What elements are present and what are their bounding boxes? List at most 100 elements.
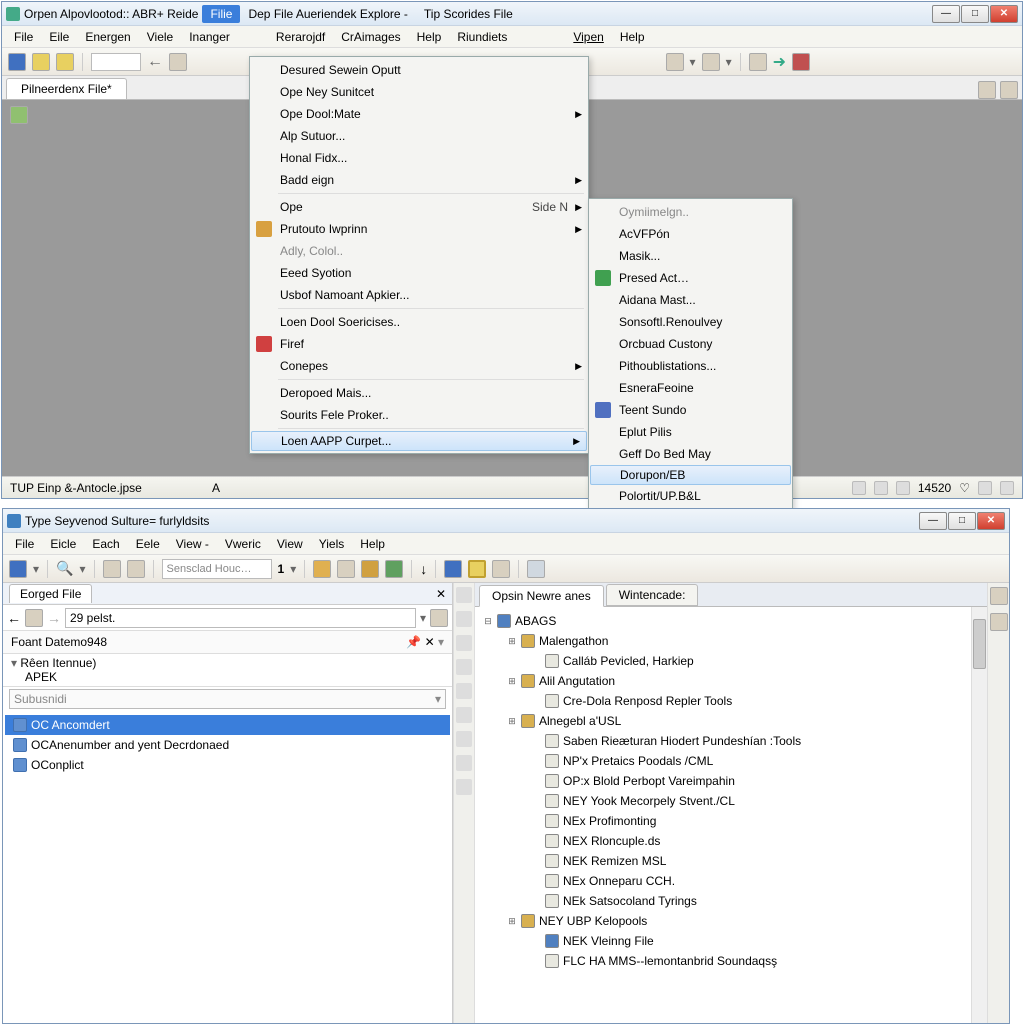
vs-icon-c[interactable] — [456, 635, 472, 651]
menu-inanger[interactable]: Inanger — [181, 28, 238, 46]
rp-tab-1[interactable]: Wintencade: — [606, 584, 699, 606]
rp-tree-item[interactable]: ⊞Alnegebl a'USL — [477, 711, 985, 731]
rp-tree-item[interactable]: NEk Satsocoland Tyrings — [477, 891, 985, 911]
rp-tree-item[interactable]: ⊟ABAGS — [477, 611, 985, 631]
submenu-item[interactable]: AcVFPón — [589, 223, 792, 245]
canvas-icon[interactable] — [10, 106, 28, 124]
x-icon[interactable]: ✕ — [425, 635, 435, 649]
rp-tree-item[interactable]: NEx Onneparu CCH. — [477, 871, 985, 891]
m2-3[interactable]: Eele — [128, 535, 168, 553]
submenu-item[interactable]: Aidana Mast... — [589, 289, 792, 311]
menu-help[interactable]: Help — [409, 28, 450, 46]
tool2-b[interactable] — [127, 560, 145, 578]
menu-energen[interactable]: Energen — [77, 28, 138, 46]
rp-tree-item[interactable]: Cre-Dola Renposd Repler Tools — [477, 691, 985, 711]
panel-close-icon[interactable]: ✕ — [436, 587, 446, 601]
titlebar[interactable]: Orpen Alpovlootod:: ABR+ Reide Filie Dep… — [2, 2, 1022, 26]
rp-tree-item[interactable]: Calláb Pevicled, Harkiep — [477, 651, 985, 671]
submenu-item[interactable]: Polortit/UP.B&L — [589, 485, 792, 507]
menu-item[interactable]: OpeSide N▶ — [250, 196, 588, 218]
nav-icon[interactable] — [25, 609, 43, 627]
menu-item[interactable]: Loen Dool Soericises.. — [250, 311, 588, 333]
menu-item[interactable]: Conepes▶ — [250, 355, 588, 377]
down-icon[interactable]: ↓ — [420, 561, 427, 577]
maximize-button[interactable]: □ — [961, 5, 989, 23]
rp-tree-item[interactable]: NEK Vleinng File — [477, 931, 985, 951]
menu-rerarojdf[interactable]: Rerarojdf — [268, 28, 333, 46]
rp-tree-item[interactable]: NP'x Pretaics Poodals /CML — [477, 751, 985, 771]
menu-vipen[interactable]: Vipen — [565, 28, 611, 46]
scroll-thumb[interactable] — [973, 619, 986, 669]
tree-item[interactable]: OConplict — [5, 755, 450, 775]
close-button[interactable]: ✕ — [990, 5, 1018, 23]
rp-tree-item[interactable]: NEX Rloncuple.ds — [477, 831, 985, 851]
back-icon[interactable]: ← — [147, 53, 163, 71]
sb-icon-d[interactable] — [978, 481, 992, 495]
globe3-icon[interactable] — [444, 560, 462, 578]
menu-item[interactable]: Ope Ney Sunitcet — [250, 81, 588, 103]
minimize-button[interactable]: — — [932, 5, 960, 23]
submenu-item[interactable]: Sonsoftl.Renoulvey — [589, 311, 792, 333]
doc-tab[interactable]: Pilneerdenx File* — [6, 78, 127, 99]
submenu-item[interactable]: Dorupon/EB — [590, 465, 791, 485]
rp-tree-item[interactable]: Saben Rieæturan Hiodert Pundeshían :Tool… — [477, 731, 985, 751]
vs-icon-f[interactable] — [456, 707, 472, 723]
vs-icon-i[interactable] — [456, 779, 472, 795]
rp-tree-item[interactable]: FLC HA MMS--lemontanbrid Soundaqsş — [477, 951, 985, 971]
submenu-item[interactable]: Oymiimelgn.. — [589, 201, 792, 223]
vs-icon-e[interactable] — [456, 683, 472, 699]
audio-icon[interactable] — [169, 53, 187, 71]
rp-tree-item[interactable]: NEY Yook Mecorpely Stvent./CL — [477, 791, 985, 811]
tool-icon-a[interactable] — [666, 53, 684, 71]
globe2-icon[interactable] — [9, 560, 27, 578]
submenu-item[interactable]: Presed Act… — [589, 267, 792, 289]
red-icon[interactable] — [792, 53, 810, 71]
filter-input[interactable]: Subusnidi▾ — [9, 689, 446, 709]
sb-icon-b[interactable] — [874, 481, 888, 495]
menu-item[interactable]: Deropoed Mais... — [250, 382, 588, 404]
menu-item[interactable]: Eeed Syotion — [250, 262, 588, 284]
rp-tree-item[interactable]: NEK Remizen MSL — [477, 851, 985, 871]
menu-item[interactable]: Prutouto Iwprinn▶ — [250, 218, 588, 240]
minimize-button2[interactable]: — — [919, 512, 947, 530]
tool2-g[interactable] — [468, 560, 486, 578]
title-tab-file[interactable]: Filie — [202, 5, 240, 23]
title-tab-dep[interactable]: Dep File Aueriendek Explore - — [240, 5, 415, 23]
menu-riundiets[interactable]: Riundiets — [449, 28, 515, 46]
menu-viele[interactable]: Viele — [139, 28, 181, 46]
vs-icon-a[interactable] — [456, 587, 472, 603]
m2-8[interactable]: Help — [352, 535, 393, 553]
submenu-item[interactable]: Pithoublistations... — [589, 355, 792, 377]
vs-icon-h[interactable] — [456, 755, 472, 771]
titlebar2[interactable]: Type Seyvenod Sulture= furlyldsits — □ ✕ — [3, 509, 1009, 533]
submenu-item[interactable]: Masik... — [589, 245, 792, 267]
maximize-button2[interactable]: □ — [948, 512, 976, 530]
tree-item[interactable]: OC Ancomdert — [5, 715, 450, 735]
rp-tree-item[interactable]: ⊞Malengathon — [477, 631, 985, 651]
m2-6[interactable]: View — [269, 535, 311, 553]
vs-icon-g[interactable] — [456, 731, 472, 747]
m2-7[interactable]: Yiels — [311, 535, 353, 553]
submenu-item[interactable]: Orcbuad Custony — [589, 333, 792, 355]
rp-tab-0[interactable]: Opsin Newre anes — [479, 585, 604, 607]
tool2-h[interactable] — [492, 560, 510, 578]
menu-item[interactable]: Desured Sewein Oputt — [250, 59, 588, 81]
rm-icon-a[interactable] — [990, 587, 1008, 605]
menu-eile[interactable]: Eile — [41, 28, 77, 46]
menu-item[interactable]: Honal Fidx... — [250, 147, 588, 169]
submenu-item[interactable]: Geff Do Bed May — [589, 443, 792, 465]
menu-craimages[interactable]: CrAimages — [333, 28, 408, 46]
sb-icon-e[interactable] — [1000, 481, 1014, 495]
combo-box[interactable] — [91, 53, 141, 71]
m2-5[interactable]: Vweric — [217, 535, 269, 553]
globe-icon[interactable] — [8, 53, 26, 71]
tool2-d[interactable] — [337, 560, 355, 578]
tool2-f[interactable] — [385, 560, 403, 578]
sb-icon-a[interactable] — [852, 481, 866, 495]
menu-help2[interactable]: Help — [612, 28, 653, 46]
forward-icon[interactable]: ➜ — [773, 52, 786, 72]
menu-item[interactable]: Usbof Namoant Apkier... — [250, 284, 588, 306]
tool2-e[interactable] — [361, 560, 379, 578]
rm-icon-b[interactable] — [990, 613, 1008, 631]
tree-h2[interactable]: APEK — [25, 670, 57, 684]
